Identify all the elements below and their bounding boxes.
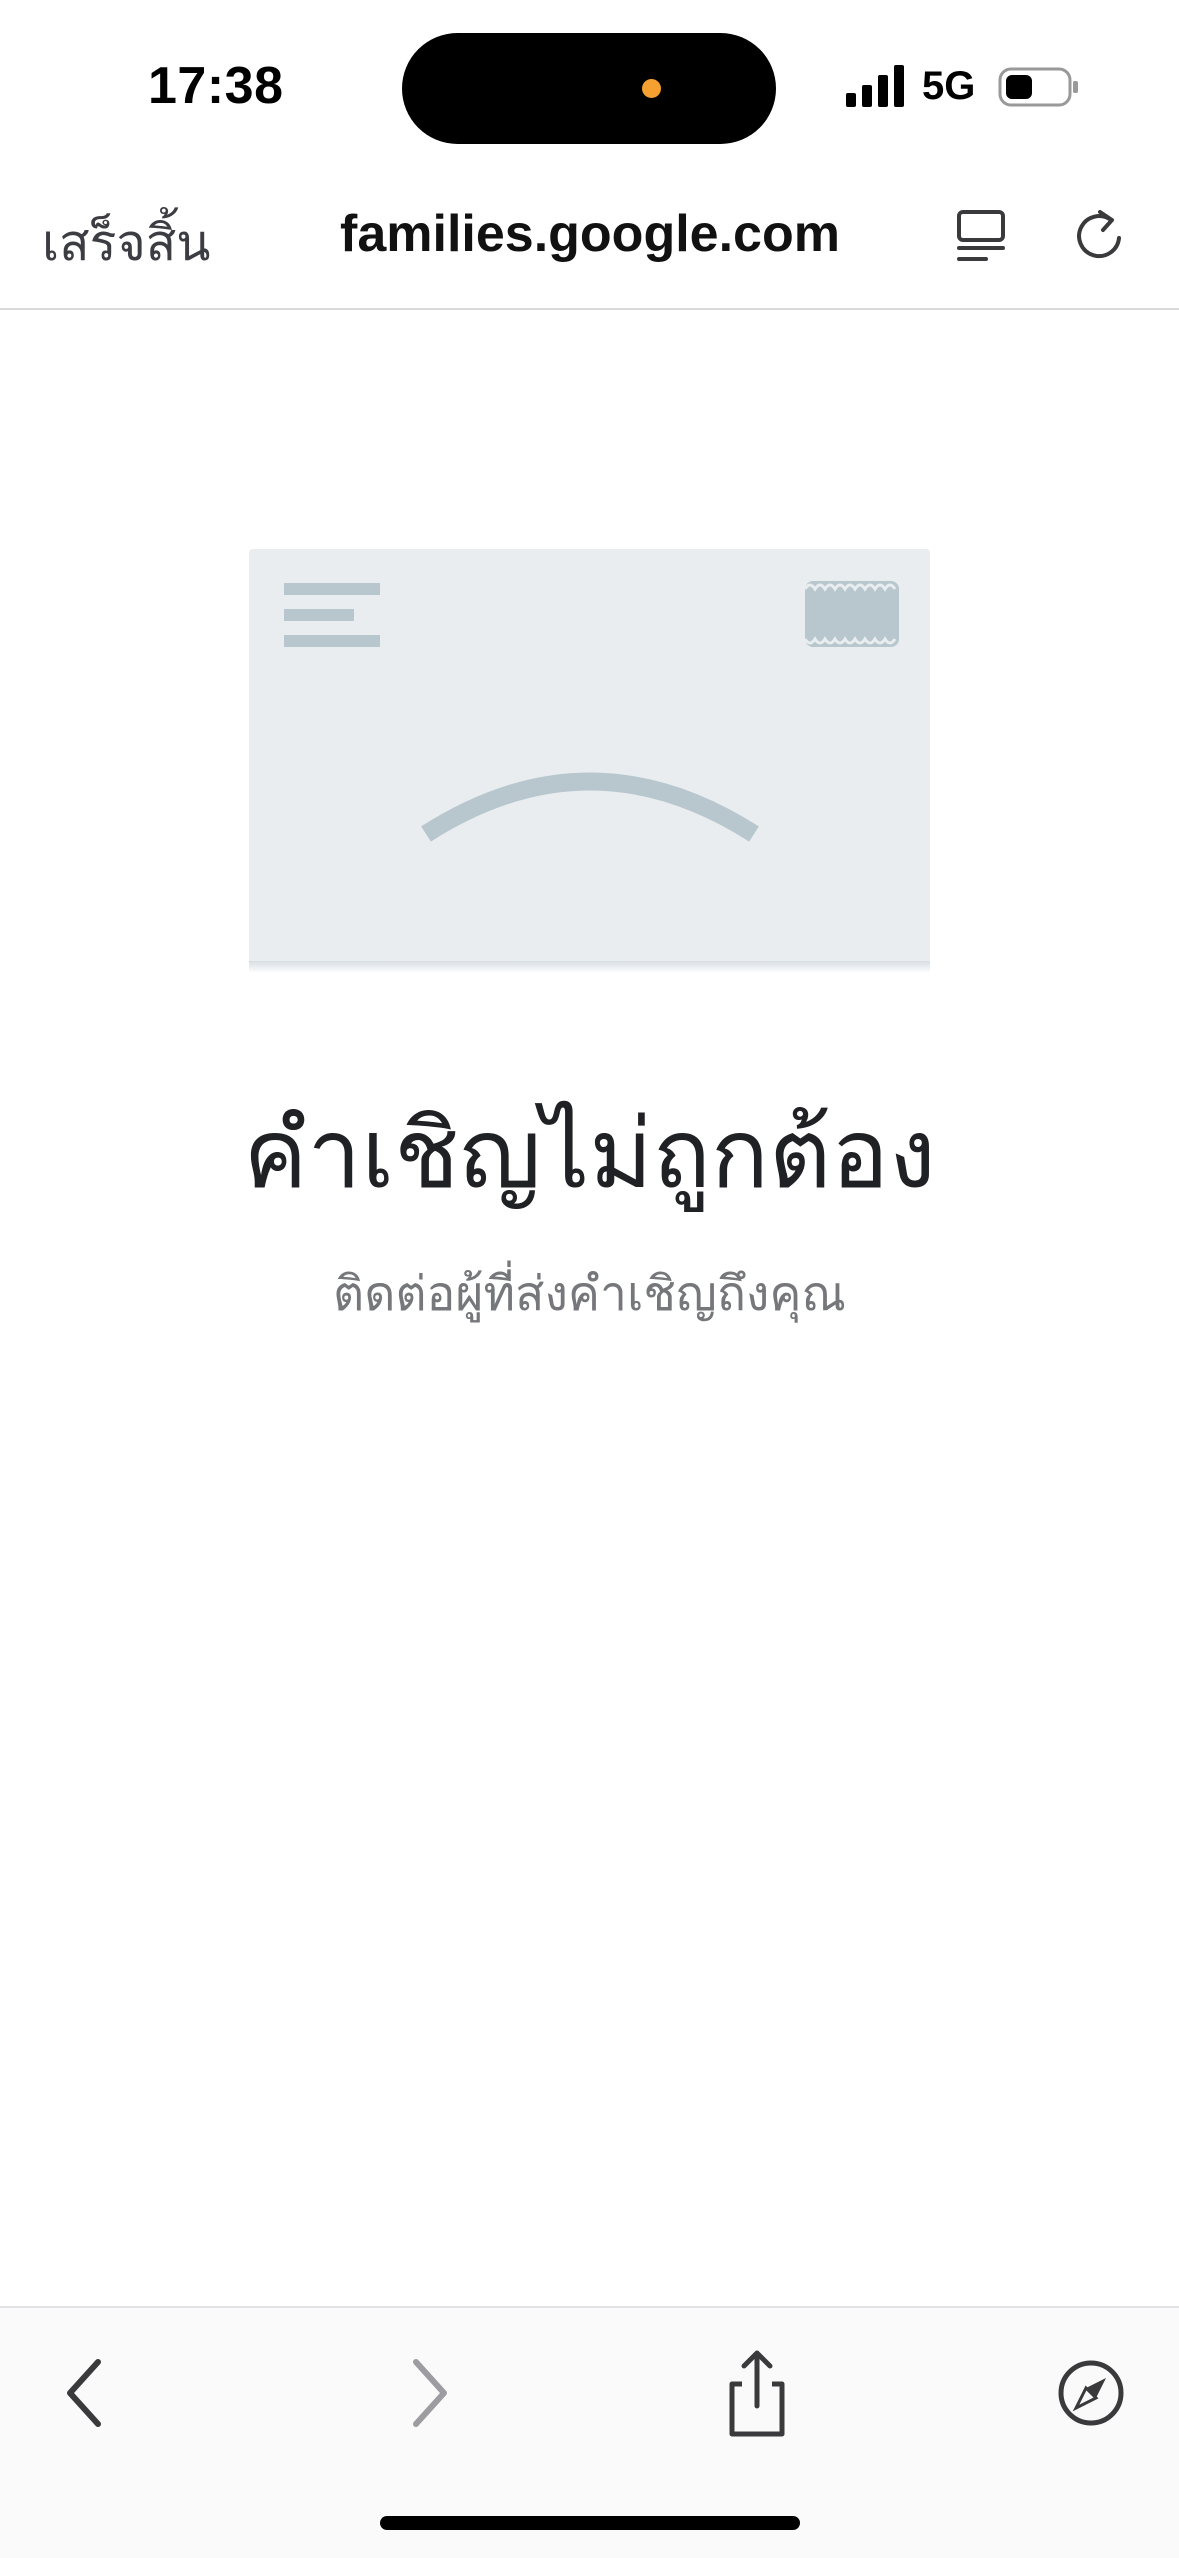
home-indicator[interactable] xyxy=(380,2516,800,2530)
done-button[interactable]: เสร็จสิ้น xyxy=(42,204,210,283)
reader-view-icon[interactable] xyxy=(952,206,1010,266)
signal-bars-icon xyxy=(846,65,904,107)
network-type-label: 5G xyxy=(922,64,976,108)
dynamic-island xyxy=(402,33,776,144)
page-domain[interactable]: families.google.com xyxy=(300,204,880,264)
back-chevron-icon[interactable] xyxy=(42,2348,132,2438)
error-title: คำเชิญไม่ถูกต้อง xyxy=(243,1101,936,1208)
share-icon[interactable] xyxy=(712,2348,802,2438)
browser-header: เสร็จสิ้น families.google.com xyxy=(0,170,1179,310)
reload-icon[interactable] xyxy=(1070,206,1128,266)
status-bar: 17:38 5G xyxy=(0,0,1179,170)
battery-icon xyxy=(998,67,1078,107)
error-subtitle: ติดต่อผู้ที่ส่งคำเชิญถึงคุณ xyxy=(333,1268,846,1321)
forward-chevron-icon[interactable] xyxy=(382,2348,472,2438)
status-time: 17:38 xyxy=(148,57,284,115)
privacy-indicator-dot xyxy=(642,79,661,98)
compass-icon[interactable] xyxy=(1046,2348,1136,2438)
envelope-sad-icon xyxy=(249,549,930,973)
